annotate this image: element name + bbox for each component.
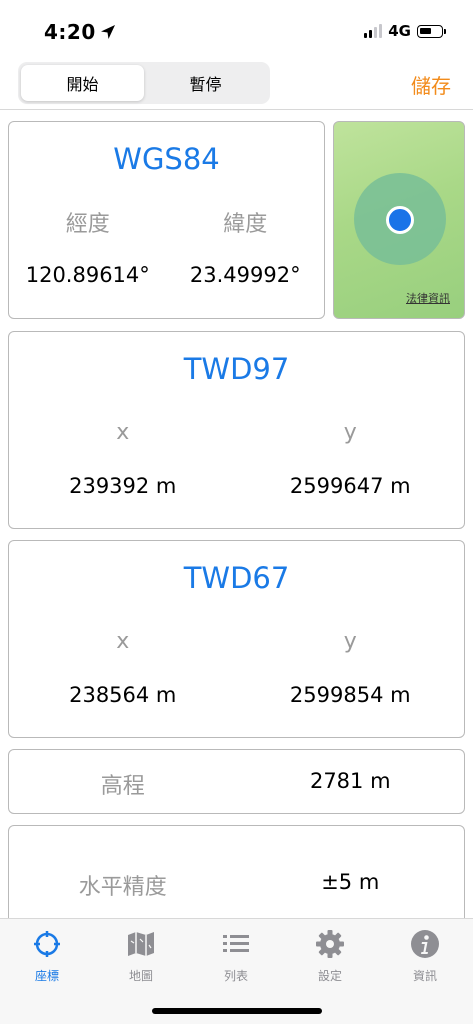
tab-coordinates[interactable]: 座標 <box>0 929 94 984</box>
tab-list[interactable]: 列表 <box>189 929 283 984</box>
pause-segment[interactable]: 暫停 <box>144 65 267 101</box>
twd97-x-value: 239392 m <box>69 474 177 498</box>
map-thumbnail[interactable]: 法律資訊 <box>333 121 465 319</box>
network-type: 4G <box>388 22 411 40</box>
status-bar: 4:20 4G <box>0 0 473 60</box>
screen: 4:20 4G 開始 暫停 儲存 WGS84 經度 緯度 120.89614° … <box>0 0 473 1024</box>
twd97-title: TWD97 <box>183 352 290 386</box>
twd67-title: TWD67 <box>183 561 290 595</box>
tab-label: 座標 <box>34 969 59 983</box>
current-location-dot <box>386 206 414 234</box>
tab-settings[interactable]: 設定 <box>283 929 377 984</box>
map-icon <box>128 932 154 956</box>
horizontal-accuracy-value: ±5 m <box>321 870 380 894</box>
twd97-x-label: x <box>116 420 130 445</box>
status-indicators: 4G <box>364 22 446 40</box>
tab-label: 列表 <box>223 969 248 983</box>
gear-icon <box>316 930 344 958</box>
start-pause-segmented-control: 開始 暫停 <box>18 62 270 104</box>
elevation-label: 高程 <box>100 774 145 799</box>
wgs84-title: WGS84 <box>113 142 220 176</box>
twd67-y-label: y <box>343 629 357 654</box>
tab-bar: 座標 地圖 列表 設定 資訊 <box>0 918 473 1024</box>
tab-info[interactable]: 資訊 <box>378 929 472 984</box>
tab-label: 設定 <box>317 969 342 983</box>
tab-map[interactable]: 地圖 <box>94 929 188 984</box>
wgs84-card: WGS84 經度 緯度 120.89614° 23.49992° <box>8 121 325 319</box>
twd67-x-value: 238564 m <box>69 683 177 707</box>
horizontal-accuracy-label: 水平精度 <box>78 875 167 900</box>
twd97-y-label: y <box>343 420 357 445</box>
elevation-card: 高程 2781 m <box>8 749 465 814</box>
latitude-label: 緯度 <box>223 212 268 237</box>
longitude-label: 經度 <box>65 212 110 237</box>
twd67-card: TWD67 x y 238564 m 2599854 m <box>8 540 465 738</box>
longitude-value: 120.89614° <box>25 263 150 287</box>
status-time: 4:20 <box>44 20 116 44</box>
tab-label: 資訊 <box>412 969 437 983</box>
start-segment[interactable]: 開始 <box>21 65 144 101</box>
twd97-card: TWD97 x y 239392 m 2599647 m <box>8 331 465 529</box>
tab-label: 地圖 <box>128 969 153 983</box>
crosshair-icon <box>34 931 60 957</box>
twd67-x-label: x <box>116 629 130 654</box>
list-icon <box>223 935 249 952</box>
save-button[interactable]: 儲存 <box>411 70 451 99</box>
elevation-value: 2781 m <box>309 769 391 793</box>
location-arrow-icon <box>100 25 115 39</box>
twd97-y-value: 2599647 m <box>289 474 411 498</box>
toolbar: 開始 暫停 儲存 <box>0 60 473 110</box>
twd67-y-value: 2599854 m <box>289 683 411 707</box>
latitude-value: 23.49992° <box>189 263 301 287</box>
battery-icon <box>417 24 446 38</box>
home-indicator <box>152 1008 322 1014</box>
signal-icon <box>364 24 383 38</box>
info-icon <box>411 930 439 958</box>
legal-info-link[interactable]: 法律資訊 <box>406 290 450 306</box>
